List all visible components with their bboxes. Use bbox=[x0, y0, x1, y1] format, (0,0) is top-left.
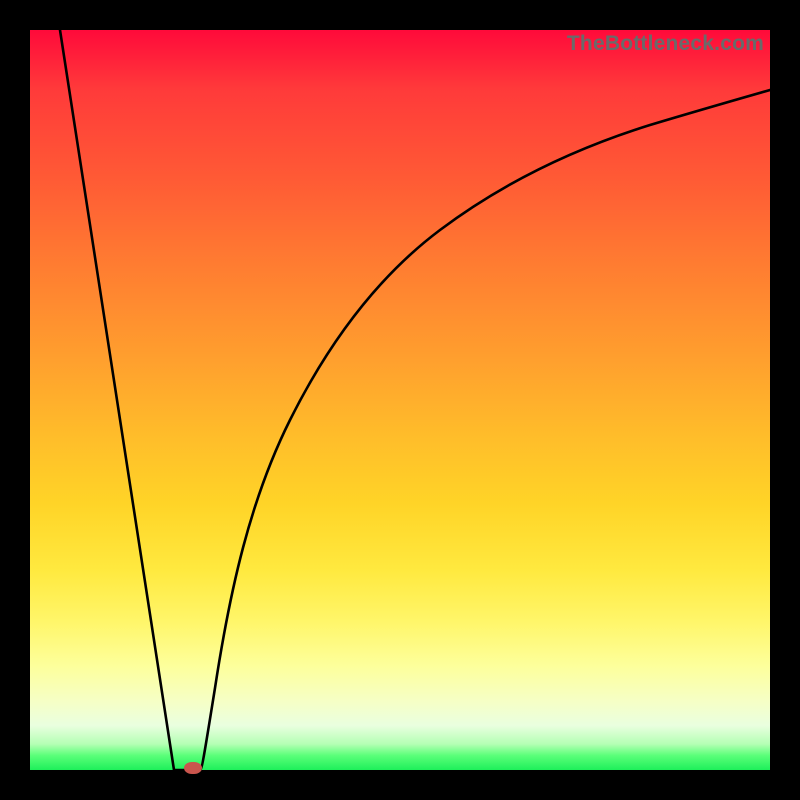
curve-path bbox=[60, 30, 770, 770]
plot-area: TheBottleneck.com bbox=[30, 30, 770, 770]
bottleneck-curve bbox=[30, 30, 770, 770]
chart-frame: TheBottleneck.com bbox=[0, 0, 800, 800]
watermark-text: TheBottleneck.com bbox=[567, 32, 764, 56]
optimum-marker bbox=[184, 762, 202, 774]
